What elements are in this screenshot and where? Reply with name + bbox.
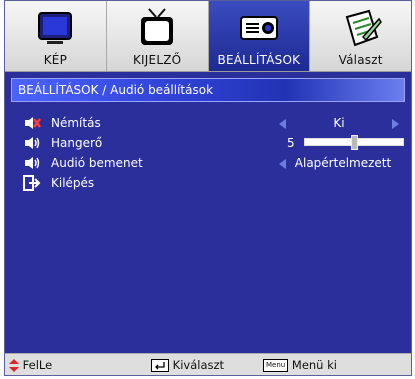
footer-select-label: Kiválaszt	[172, 358, 225, 372]
left-arrow-icon[interactable]	[279, 119, 286, 129]
tab-label: KÉP	[43, 53, 68, 67]
setting-audio-input[interactable]: Audió bemenet Alapértelmezett	[11, 153, 407, 173]
footer-help: FelLe Kiválaszt Menu Menü ki	[5, 353, 411, 375]
speaker-icon	[25, 157, 40, 169]
exit-icon	[23, 175, 41, 191]
tab-label: KIJELZŐ	[132, 53, 182, 67]
footer-nav: FelLe	[9, 358, 52, 372]
page-title: BEÁLLÍTÁSOK / Audió beállítások	[18, 83, 214, 97]
setting-exit[interactable]: Kilépés	[11, 173, 407, 193]
monitor-icon	[38, 12, 73, 44]
breadcrumb: BEÁLLÍTÁSOK / Audió beállítások	[11, 78, 405, 102]
footer-select: Kiválaszt	[151, 358, 224, 372]
speaker-muted-icon	[25, 117, 41, 129]
menu-key-icon: Menu	[263, 359, 289, 372]
right-arrow-icon[interactable]	[392, 119, 399, 129]
volume-slider[interactable]	[304, 135, 404, 150]
setting-value: Ki	[333, 116, 345, 130]
osd-menu: KÉP KIJELZŐ BEÁLLÍTÁSOK Választ BEÁLLÍTÁ…	[4, 0, 412, 376]
tab-bar: KÉP KIJELZŐ BEÁLLÍTÁSOK Választ	[5, 1, 411, 72]
settings-list: Némítás Ki Hangerő 5 Audió bemenet Alapé	[11, 113, 407, 193]
setting-label: Kilépés	[51, 176, 95, 190]
slider-thumb[interactable]	[350, 135, 358, 150]
setting-volume[interactable]: Hangerő 5	[11, 133, 407, 153]
footer-menu: Menu Menü ki	[263, 358, 337, 372]
tab-label: BEÁLLÍTÁSOK	[217, 53, 301, 67]
setting-label: Hangerő	[51, 136, 103, 150]
setting-mute[interactable]: Némítás Ki	[11, 113, 407, 133]
enter-key-icon	[151, 359, 169, 372]
left-arrow-icon[interactable]	[279, 159, 286, 169]
volume-value: 5	[287, 136, 295, 150]
tab-kijelzo[interactable]: KIJELZŐ	[107, 1, 209, 71]
tab-valaszt[interactable]: Választ	[310, 1, 411, 71]
projector-icon	[239, 16, 278, 40]
tab-kep[interactable]: KÉP	[5, 1, 107, 71]
notepad-icon	[345, 9, 382, 47]
setting-label: Némítás	[51, 116, 101, 130]
tv-icon	[141, 8, 174, 45]
speaker-icon	[25, 137, 40, 149]
tab-beallitasok[interactable]: BEÁLLÍTÁSOK	[208, 1, 311, 71]
tab-label: Választ	[338, 53, 383, 67]
setting-value: Alapértelmezett	[294, 156, 392, 170]
up-down-arrow-icon	[9, 359, 19, 372]
footer-nav-label: FelLe	[22, 358, 53, 372]
setting-label: Audió bemenet	[51, 156, 143, 170]
footer-menu-label: Menü ki	[291, 358, 337, 372]
